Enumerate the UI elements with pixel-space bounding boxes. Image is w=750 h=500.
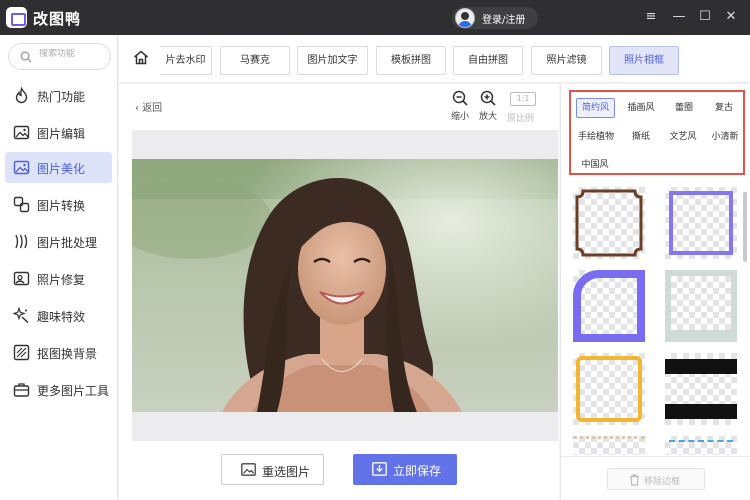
back-label: 返回	[142, 103, 163, 114]
sidebar-item-photo-repair[interactable]: 照片修复	[5, 263, 112, 294]
style-chip[interactable]: 手绘植物	[574, 127, 618, 147]
download-icon	[372, 462, 387, 476]
sidebar-item-label: 图片美化	[37, 162, 86, 176]
search-icon	[20, 51, 32, 63]
save-label: 立即保存	[393, 464, 442, 478]
sidebar-item-image-edit[interactable]: 图片编辑	[5, 117, 112, 148]
zoom-in-button[interactable]: 放大	[475, 90, 501, 122]
sparkle-icon	[13, 307, 29, 324]
image-edit-icon	[13, 125, 30, 140]
style-chip[interactable]: 插画风	[621, 98, 661, 118]
style-chip[interactable]: 撕纸	[623, 127, 659, 147]
flame-icon	[15, 87, 28, 104]
app-name: 改图鸭	[33, 10, 82, 28]
title-bar: 改图鸭 登录/注册 ≡ — ☐ ✕	[0, 0, 750, 35]
original-ratio-button[interactable]: 1:1	[510, 92, 536, 106]
portrait-photo	[132, 159, 558, 412]
tab-remove-watermark[interactable]: 片去水印	[160, 46, 212, 75]
editor-canvas-area: ‹ 返回 缩小 放大 1:1 原比例 重选图片 立即保存	[119, 84, 559, 500]
maximize-icon[interactable]: ☐	[694, 6, 716, 28]
style-chip[interactable]: 文艺风	[663, 127, 703, 147]
panel-divider	[561, 456, 750, 457]
zoom-out-label: 缩小	[450, 112, 469, 122]
sidebar-item-batch[interactable]: 图片批处理	[5, 226, 112, 257]
sidebar-item-hot[interactable]: 热门功能	[5, 80, 112, 111]
sidebar-item-label: 更多图片工具	[37, 384, 110, 398]
frame-thumbnail-grid	[561, 187, 750, 455]
frame-thumbnail[interactable]	[573, 353, 645, 425]
tab-photo-filter[interactable]: 照片滤镜	[531, 46, 602, 75]
trash-icon	[630, 474, 639, 486]
home-icon[interactable]	[133, 50, 149, 65]
style-chip[interactable]: 蕾圈	[666, 98, 702, 118]
frame-thumbnail[interactable]	[665, 270, 737, 342]
frame-style-selector: 简约风 插画风 蕾圈 复古 手绘植物 撕纸 文艺风 小清新 中国风	[569, 90, 745, 175]
style-chip[interactable]: 小清新	[706, 127, 744, 147]
toolbox-icon	[13, 383, 30, 397]
reselect-image-button[interactable]: 重选图片	[221, 454, 324, 485]
tab-photo-frame[interactable]: 照片相框	[609, 46, 679, 75]
batch-icon	[15, 234, 28, 249]
sidebar-item-label: 图片转换	[37, 199, 86, 213]
photo-repair-icon	[13, 271, 30, 286]
sidebar-item-label: 热门功能	[37, 90, 86, 104]
sidebar-item-label: 图片编辑	[37, 127, 86, 141]
tab-template-collage[interactable]: 模板拼图	[376, 46, 446, 75]
frame-thumbnail[interactable]	[665, 436, 737, 455]
sidebar-item-image-beautify[interactable]: 图片美化	[5, 152, 112, 183]
zoom-in-label: 放大	[478, 112, 497, 122]
sidebar-item-more-tools[interactable]: 更多图片工具	[5, 374, 112, 405]
sidebar-item-label: 抠图换背景	[37, 347, 98, 361]
app-logo-icon	[6, 7, 27, 28]
close-icon[interactable]: ✕	[720, 6, 742, 28]
reselect-label: 重选图片	[262, 465, 311, 479]
image-stage	[132, 130, 558, 441]
tab-free-collage[interactable]: 自由拼图	[453, 46, 523, 75]
tab-add-text[interactable]: 图片加文字	[297, 46, 368, 75]
remove-frame-label: 移除边框	[644, 477, 681, 487]
cutout-icon	[13, 344, 30, 361]
sidebar-item-cutout[interactable]: 抠图换背景	[5, 337, 112, 368]
minimize-icon[interactable]: —	[668, 6, 690, 28]
back-button[interactable]: ‹ 返回	[135, 99, 162, 114]
sidebar-item-label: 图片批处理	[37, 236, 98, 250]
search-box[interactable]	[8, 43, 111, 70]
style-chip[interactable]: 复古	[708, 98, 740, 118]
frame-thumbnail[interactable]	[573, 270, 645, 342]
style-chip[interactable]: 简约风	[576, 98, 615, 118]
sidebar-item-label: 照片修复	[37, 273, 86, 287]
sidebar: 热门功能 图片编辑 图片美化 图片转换 图片批处理 照片修复 趣味特效 抠图换背…	[0, 35, 118, 500]
menu-icon[interactable]: ≡	[640, 6, 662, 28]
save-now-button[interactable]: 立即保存	[353, 454, 457, 485]
frame-thumbnail[interactable]	[665, 353, 737, 425]
convert-icon	[13, 196, 30, 213]
sidebar-item-label: 趣味特效	[37, 310, 86, 324]
zoom-out-button[interactable]: 缩小	[447, 90, 473, 122]
image-icon	[241, 463, 256, 476]
zoom-out-icon	[452, 90, 468, 106]
image-beautify-icon	[13, 160, 30, 175]
frame-thumbnail[interactable]	[573, 436, 645, 455]
zoom-in-icon	[480, 90, 496, 106]
avatar	[455, 8, 475, 28]
sidebar-item-convert[interactable]: 图片转换	[5, 189, 112, 220]
thumbnail-scrollbar[interactable]	[743, 192, 747, 262]
tab-mosaic[interactable]: 马赛克	[220, 46, 290, 75]
remove-frame-button[interactable]: 移除边框	[607, 468, 705, 490]
search-input[interactable]	[39, 49, 104, 59]
style-chip[interactable]: 中国风	[576, 155, 614, 175]
original-ratio-label: 原比例	[507, 114, 535, 124]
frame-thumbnail[interactable]	[665, 187, 737, 259]
tool-tabs: 片去水印 马赛克 图片加文字 模板拼图 自由拼图 照片滤镜 照片相框	[119, 35, 750, 83]
frame-thumbnail[interactable]	[573, 187, 645, 259]
login-button[interactable]: 登录/注册	[452, 7, 538, 29]
frame-panel: 简约风 插画风 蕾圈 复古 手绘植物 撕纸 文艺风 小清新 中国风 移除边框	[560, 84, 750, 500]
login-label: 登录/注册	[482, 15, 526, 26]
sidebar-item-fun-effects[interactable]: 趣味特效	[5, 300, 112, 331]
